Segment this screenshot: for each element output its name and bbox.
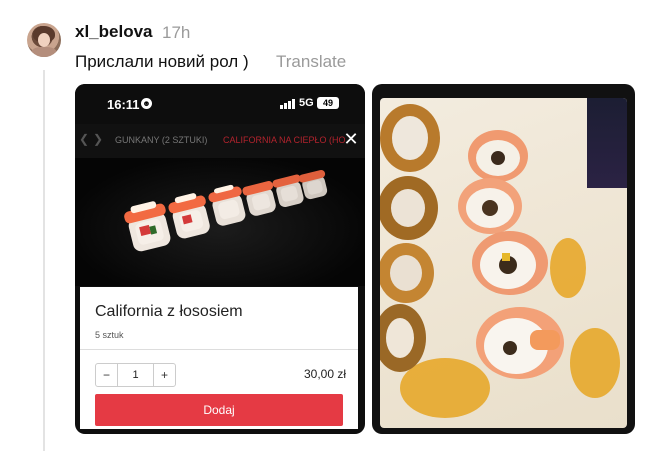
product-sheet: California z łososiem 5 sztuk − 1 + 30,0… [80,287,358,429]
network-label: 5G [299,97,314,109]
sushi-product-image [75,158,365,286]
translate-link[interactable]: Translate [276,52,346,72]
status-time: 16:11 [107,97,140,112]
thread-post: xl_belova 17h Прислали новий рол ) Trans… [0,0,664,451]
post-caption: Прислали новий рол ) [75,52,249,71]
focus-icon: ☻ [141,98,152,109]
tab-gunkany: GUNKANY (2 SZTUKI) [115,135,208,145]
product-title: California z łososiem [95,303,243,320]
chevron-left-icon: ❮ [79,132,90,146]
quantity-value: 1 [132,369,139,381]
post-time[interactable]: 17h [162,23,190,43]
thread-line [43,70,45,451]
minus-button: − [96,364,118,386]
media-image-app-screenshot[interactable]: 16:11 ☻ 5G 49 ❮ ❯ GUNKANY (2 SZTUKI) CAL… [75,84,365,434]
media-image-sushi-photo[interactable] [372,84,635,434]
plus-button: + [153,364,175,386]
phone-status-bar: 16:11 ☻ 5G 49 [75,84,365,124]
category-tabs: ❮ ❯ GUNKANY (2 SZTUKI) CALIFORNIA NA CIE… [75,124,365,158]
add-to-cart-button: Dodaj [95,394,343,426]
sushi-photo [380,98,627,428]
battery-icon: 49 [317,97,339,109]
quantity-stepper: − 1 + [95,363,176,387]
username[interactable]: xl_belova [75,22,153,42]
product-subtitle: 5 sztuk [95,330,124,340]
close-icon: ✕ [343,129,359,149]
divider [80,349,358,350]
tab-california: CALIFORNIA NA CIEPŁO (HO [223,135,346,145]
avatar[interactable] [27,23,61,57]
signal-icon [280,99,296,109]
product-price: 30,00 zł [303,367,346,381]
chevron-right-icon: ❯ [93,132,104,146]
